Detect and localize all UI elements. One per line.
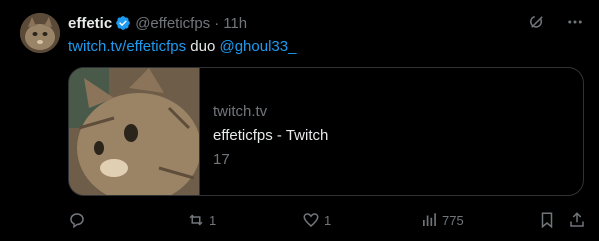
cat-photo-image	[69, 68, 199, 195]
like-count: 1	[324, 212, 332, 228]
card-thumbnail[interactable]	[69, 68, 200, 195]
action-bar: 1 1 775	[68, 208, 588, 232]
views-icon	[423, 213, 436, 226]
reply-icon	[70, 213, 84, 229]
author-handle[interactable]: @effeticfps	[135, 15, 210, 32]
separator-dot: ·	[214, 14, 220, 32]
verified-badge-icon[interactable]	[115, 15, 131, 31]
share-button[interactable]	[568, 211, 586, 229]
cat-avatar-image	[20, 13, 60, 53]
card-domain: twitch.tv	[213, 103, 268, 120]
like-button[interactable]: 1	[302, 211, 331, 229]
grok-icon[interactable]	[527, 12, 547, 32]
header-actions	[527, 12, 585, 32]
reply-button[interactable]	[68, 211, 90, 229]
retweet-button[interactable]: 1	[187, 211, 216, 229]
retweet-count: 1	[209, 212, 217, 228]
card-title: effeticfps - Twitch	[213, 127, 329, 144]
author-name[interactable]: effetic	[68, 15, 112, 32]
views-button[interactable]: 775	[420, 211, 464, 229]
share-icon	[570, 212, 584, 227]
timestamp[interactable]: 11h	[223, 15, 247, 32]
tweet-text: twitch.tv/effeticfps duo @ghoul33_	[68, 37, 296, 57]
retweet-icon	[189, 214, 203, 226]
tweet-text-body: duo	[186, 38, 220, 55]
card-description: 17	[213, 151, 230, 168]
like-icon	[303, 213, 319, 227]
card-body: twitch.tv effeticfps - Twitch 17	[213, 102, 328, 170]
views-count: 775	[442, 212, 464, 228]
link-card[interactable]: twitch.tv effeticfps - Twitch 17	[68, 67, 584, 196]
tweet-link[interactable]: twitch.tv/effeticfps	[68, 38, 186, 55]
bookmark-button[interactable]	[538, 211, 556, 229]
bookmark-icon	[541, 212, 553, 229]
avatar[interactable]	[20, 13, 60, 53]
tweet-header: effetic @effeticfps · 11h	[68, 13, 247, 33]
more-icon[interactable]	[565, 12, 585, 32]
tweet[interactable]: effetic @effeticfps · 11h twitch.tv/effe…	[0, 0, 599, 241]
mention-link[interactable]: @ghoul33_	[219, 38, 296, 55]
